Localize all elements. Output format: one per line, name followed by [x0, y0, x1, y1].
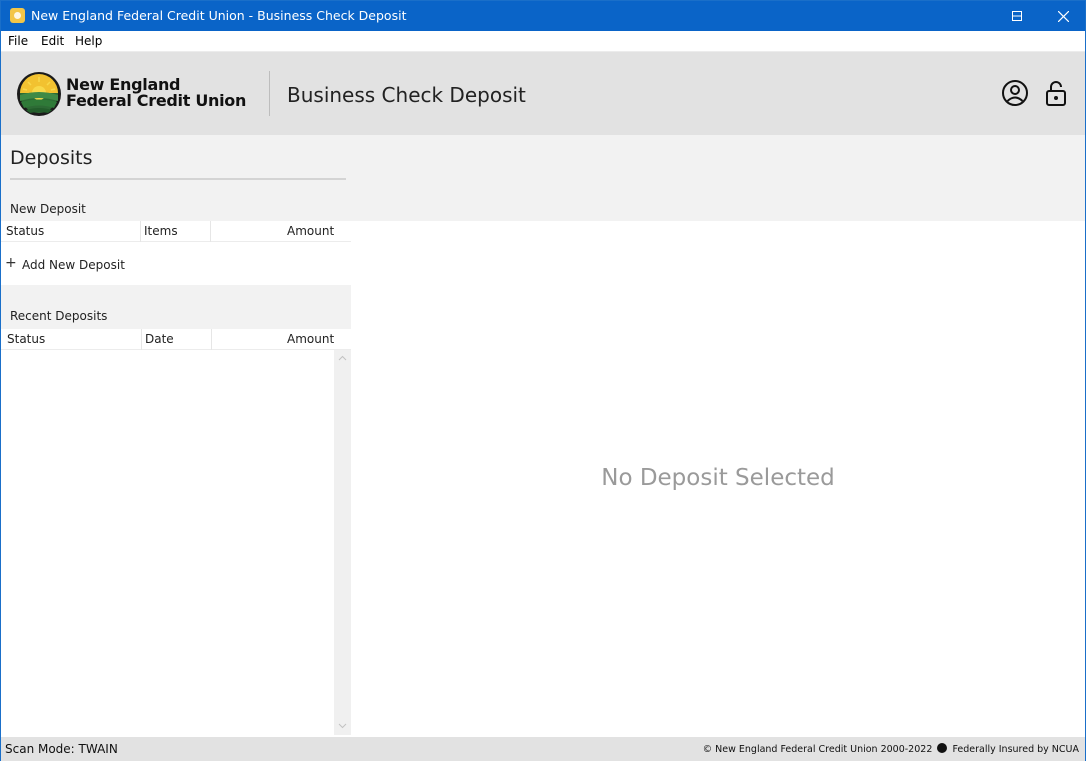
new-deposit-list-header: Status Items Amount [1, 221, 351, 242]
app-header: New England Federal Credit Union Busines… [1, 52, 1085, 135]
column-status[interactable]: Status [7, 332, 45, 346]
unlock-icon[interactable] [1042, 79, 1070, 107]
ncua-insured-text: Federally Insured by NCUA [952, 744, 1079, 755]
column-date[interactable]: Date [145, 332, 174, 346]
title-bar[interactable]: New England Federal Credit Union - Busin… [1, 1, 1085, 31]
close-icon [1058, 11, 1069, 22]
new-deposit-label: New Deposit [10, 202, 86, 216]
header-divider [269, 71, 270, 116]
status-bar: Scan Mode: TWAIN © New England Federal C… [1, 737, 1085, 761]
logo-line-2: Federal Credit Union [66, 91, 247, 110]
window-title: New England Federal Credit Union - Busin… [31, 8, 407, 23]
menu-bar: File Edit Help [1, 31, 1085, 52]
logo-wordmark: New England Federal Credit Union [66, 77, 246, 109]
column-items[interactable]: Items [144, 224, 178, 238]
recent-deposits-label: Recent Deposits [10, 309, 108, 323]
menu-file[interactable]: File [8, 34, 28, 48]
page-title: Business Check Deposit [287, 83, 526, 107]
column-status[interactable]: Status [6, 224, 44, 238]
credit-union-logo-icon [17, 72, 61, 116]
deposits-title: Deposits [10, 147, 93, 169]
app-window: New England Federal Credit Union - Busin… [0, 0, 1086, 761]
menu-edit[interactable]: Edit [41, 34, 64, 48]
column-separator [210, 221, 211, 242]
recent-deposits-scrollbar[interactable] [334, 350, 351, 735]
maximize-icon [1012, 11, 1022, 21]
footer-legal: © New England Federal Credit Union 2000-… [703, 743, 1079, 755]
add-new-deposit-label: Add New Deposit [22, 258, 125, 272]
copyright-text: © New England Federal Credit Union 2000-… [702, 744, 933, 755]
scroll-down-icon[interactable] [338, 721, 347, 730]
plus-icon: + [5, 255, 17, 271]
scroll-up-icon[interactable] [338, 354, 347, 363]
add-new-deposit-button[interactable]: + Add New Deposit [1, 243, 351, 285]
column-separator [140, 221, 141, 242]
column-separator [141, 329, 142, 350]
ncua-seal-icon [937, 743, 948, 753]
recent-deposits-list-header: Status Date Amount [1, 329, 351, 350]
maximize-button[interactable] [994, 1, 1040, 31]
menu-help[interactable]: Help [75, 34, 102, 48]
close-button[interactable] [1040, 1, 1086, 31]
empty-state-message: No Deposit Selected [601, 465, 835, 491]
column-separator [211, 329, 212, 350]
user-account-icon[interactable] [1001, 79, 1029, 107]
column-amount[interactable]: Amount [287, 332, 334, 346]
deposits-divider [10, 178, 346, 180]
deposit-detail-panel: No Deposit Selected [351, 221, 1085, 737]
scan-mode-status: Scan Mode: TWAIN [5, 742, 118, 756]
recent-deposits-list[interactable] [1, 350, 351, 737]
app-icon [10, 8, 25, 23]
minimize-button-area[interactable] [948, 1, 994, 31]
column-amount[interactable]: Amount [287, 224, 334, 238]
